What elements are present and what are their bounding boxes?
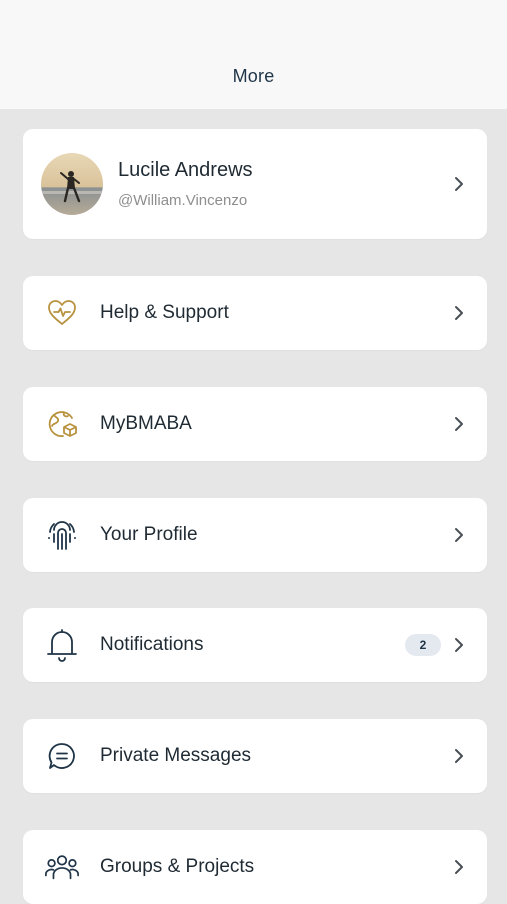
chevron-right-icon: [455, 638, 463, 652]
notification-count-badge: 2: [405, 634, 441, 656]
chevron-right-icon: [455, 177, 463, 191]
top-bar: More: [0, 0, 507, 109]
menu-item-label: Notifications: [100, 634, 204, 655]
chevron-right-icon: [455, 749, 463, 763]
menu-item-label: Groups & Projects: [100, 856, 255, 877]
page-title: More: [232, 66, 275, 86]
menu-item-your-profile[interactable]: Your Profile: [23, 498, 487, 572]
globe-icon: [44, 406, 80, 442]
menu-item-label: MyBMABA: [100, 413, 192, 434]
profile-handle: @William.Vincenzo: [118, 192, 248, 209]
avatar: [41, 153, 103, 215]
fingerprint-icon: [44, 517, 80, 553]
profile-card[interactable]: Lucile Andrews @William.Vincenzo: [23, 129, 487, 239]
heart-pulse-icon: [44, 295, 80, 331]
menu-item-help-support[interactable]: Help & Support: [23, 276, 487, 350]
profile-name: Lucile Andrews: [118, 159, 253, 181]
menu-item-label: Help & Support: [100, 302, 229, 323]
bell-icon: [44, 627, 80, 663]
chevron-right-icon: [455, 860, 463, 874]
menu-item-mybmaba[interactable]: MyBMABA: [23, 387, 487, 461]
chevron-right-icon: [455, 528, 463, 542]
chevron-right-icon: [455, 417, 463, 431]
chat-bubble-icon: [44, 738, 80, 774]
chevron-right-icon: [455, 306, 463, 320]
menu-item-label: Private Messages: [100, 745, 252, 766]
menu-item-groups-projects[interactable]: Groups & Projects: [23, 830, 487, 904]
menu-item-notifications[interactable]: Notifications 2: [23, 608, 487, 682]
menu-item-label: Your Profile: [100, 524, 198, 545]
menu-item-private-messages[interactable]: Private Messages: [23, 719, 487, 793]
users-group-icon: [44, 849, 80, 885]
